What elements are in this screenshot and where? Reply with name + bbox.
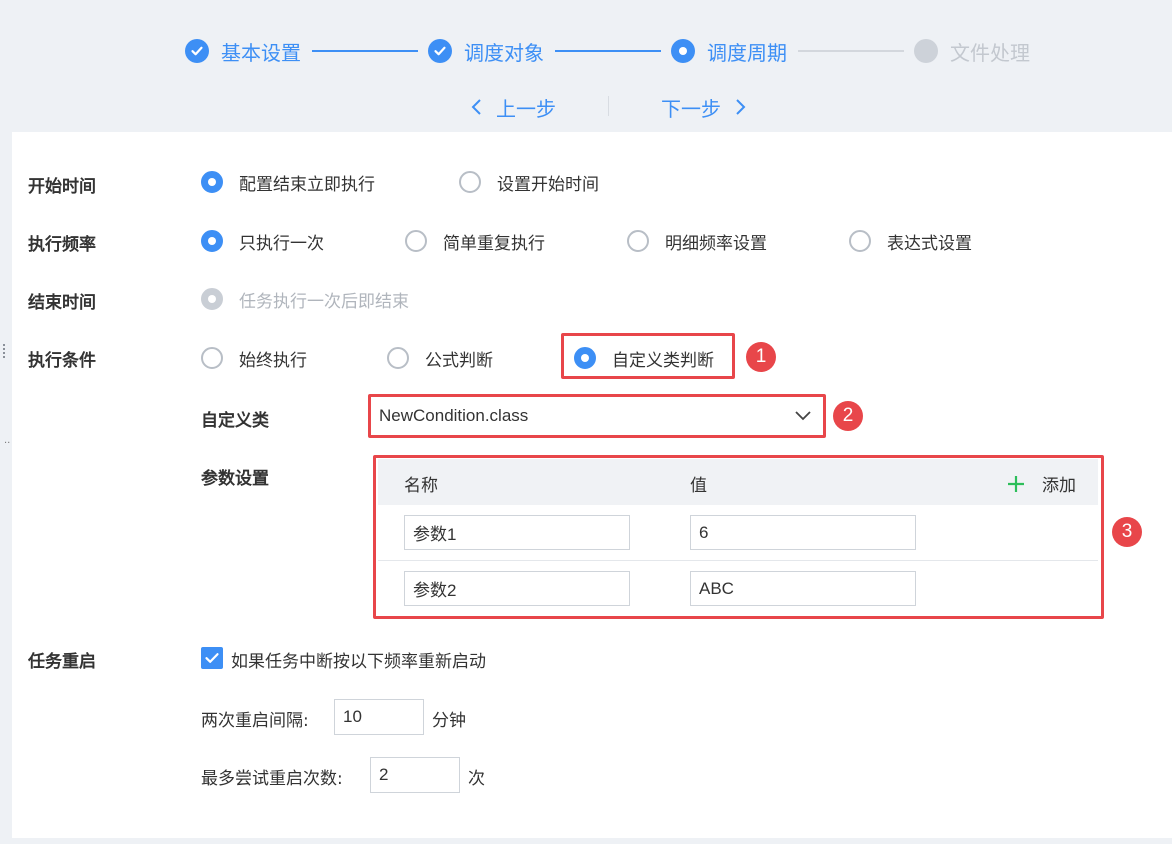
radio-label: 配置结束立即执行 (239, 174, 375, 195)
start-time-label: 开始时间 (28, 177, 96, 197)
current-step-icon (671, 39, 695, 63)
radio-always-run[interactable]: 始终执行 (201, 345, 307, 371)
callout-badge: 3 (1112, 517, 1142, 547)
radio-unselected-icon (627, 230, 649, 252)
max-retries-input[interactable]: 2 (370, 757, 460, 793)
radio-label: 设置开始时间 (497, 174, 599, 195)
step-label: 调度周期 (707, 40, 787, 65)
check-icon (428, 39, 452, 63)
interval-label: 两次重启间隔: (201, 711, 309, 731)
step-label: 文件处理 (950, 40, 1030, 65)
step-schedule-object[interactable]: 调度对象 (428, 38, 544, 65)
radio-expression[interactable]: 表达式设置 (849, 228, 972, 254)
callout-badge: 2 (833, 401, 863, 431)
custom-class-label: 自定义类 (201, 411, 269, 431)
radio-label: 简单重复执行 (443, 233, 545, 254)
radio-unselected-icon (405, 230, 427, 252)
chevron-right-icon (736, 99, 746, 115)
highlight-box (368, 394, 826, 438)
radio-run-once[interactable]: 只执行一次 (201, 228, 324, 254)
step-connector (312, 50, 418, 52)
nav-divider (608, 96, 609, 116)
radio-formula[interactable]: 公式判断 (387, 345, 493, 371)
resize-dots: ·· (4, 438, 11, 449)
params-label: 参数设置 (201, 469, 269, 489)
radio-simple-repeat[interactable]: 简单重复执行 (405, 228, 545, 254)
step-basic-settings[interactable]: 基本设置 (185, 38, 301, 65)
restart-label: 任务重启 (28, 652, 96, 672)
radio-disabled-icon (201, 288, 223, 310)
prev-step-button[interactable]: 上一步 (470, 92, 556, 122)
radio-label: 公式判断 (425, 350, 493, 371)
end-time-label: 结束时间 (28, 293, 96, 313)
radio-detailed-frequency[interactable]: 明细频率设置 (627, 228, 767, 254)
callout-badge: 1 (746, 342, 776, 372)
step-label: 基本设置 (221, 40, 301, 65)
step-indicator: 基本设置 调度对象 调度周期 文件处理 (0, 0, 1172, 100)
radio-label: 只执行一次 (239, 233, 324, 254)
radio-selected-icon (201, 171, 223, 193)
radio-unselected-icon (459, 171, 481, 193)
check-icon (185, 39, 209, 63)
next-step-button[interactable]: 下一步 (661, 92, 747, 122)
highlight-box (561, 333, 735, 379)
radio-label: 始终执行 (239, 350, 307, 371)
radio-start-immediately[interactable]: 配置结束立即执行 (201, 169, 375, 195)
step-connector (555, 50, 661, 52)
radio-selected-icon (201, 230, 223, 252)
radio-unselected-icon (849, 230, 871, 252)
next-step-label: 下一步 (661, 96, 721, 121)
radio-label: 表达式设置 (887, 233, 972, 254)
check-icon (205, 653, 219, 663)
radio-end-after-once: 任务执行一次后即结束 (201, 286, 409, 312)
restart-checkbox[interactable] (201, 647, 223, 669)
frequency-label: 执行频率 (28, 235, 96, 255)
radio-label: 任务执行一次后即结束 (239, 291, 409, 312)
drag-handle[interactable] (3, 344, 9, 360)
highlight-box (373, 455, 1104, 619)
prev-step-label: 上一步 (496, 96, 556, 121)
step-connector (798, 50, 904, 52)
pending-step-icon (914, 39, 938, 63)
radio-unselected-icon (201, 347, 223, 369)
step-file-processing[interactable]: 文件处理 (914, 38, 1030, 65)
restart-checkbox-label: 如果任务中断按以下频率重新启动 (231, 652, 486, 672)
step-schedule-period[interactable]: 调度周期 (671, 38, 787, 65)
interval-input[interactable]: 10 (334, 699, 424, 735)
wizard-header: 基本设置 调度对象 调度周期 文件处理 上一步 下一步 (0, 0, 1172, 132)
chevron-left-icon (471, 99, 481, 115)
step-label: 调度对象 (464, 40, 544, 65)
interval-unit: 分钟 (432, 711, 466, 731)
max-retries-label: 最多尝试重启次数: (201, 769, 343, 789)
max-retries-unit: 次 (468, 769, 485, 789)
radio-set-start-time[interactable]: 设置开始时间 (459, 169, 599, 195)
condition-label: 执行条件 (28, 351, 96, 371)
radio-unselected-icon (387, 347, 409, 369)
radio-label: 明细频率设置 (665, 233, 767, 254)
